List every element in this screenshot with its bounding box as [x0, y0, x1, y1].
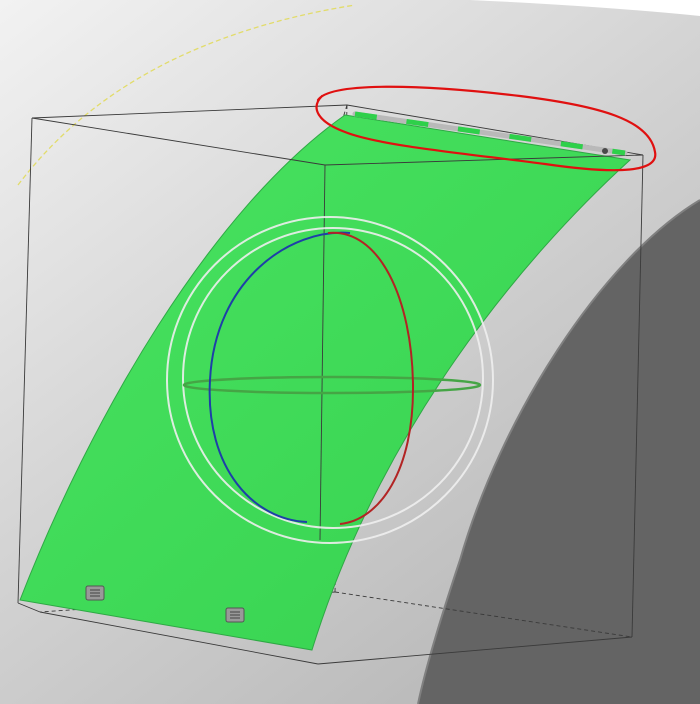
scene — [0, 0, 700, 704]
grip-handle-icon[interactable] — [225, 607, 245, 623]
grip-handle-icon[interactable] — [85, 585, 105, 601]
3d-viewport[interactable] — [0, 0, 700, 704]
